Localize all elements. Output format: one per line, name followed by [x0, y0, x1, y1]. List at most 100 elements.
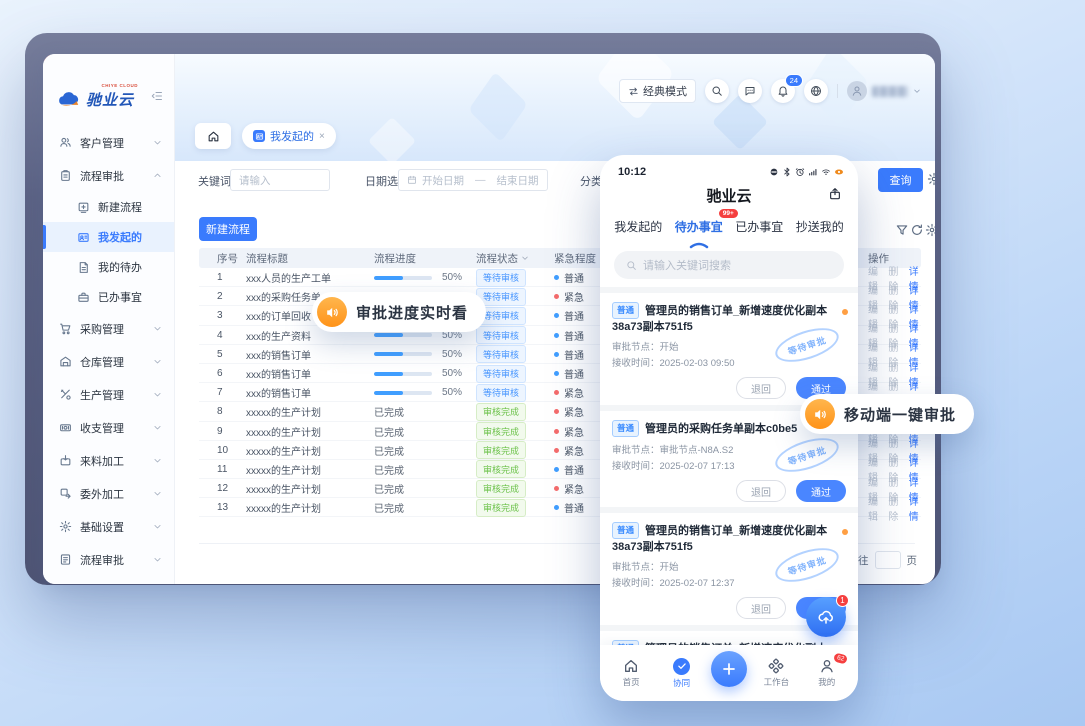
home-icon — [207, 130, 220, 143]
detail-link[interactable]: 详情 — [909, 493, 921, 523]
sidebar-item-1[interactable]: 流程审批 — [43, 159, 174, 192]
cell-progress: 已完成 — [374, 479, 404, 498]
new-process-button[interactable]: 新建流程 — [199, 217, 257, 241]
filter-funnel-icon[interactable] — [895, 223, 909, 237]
chevron-down-icon — [153, 138, 162, 147]
sidebar-item-8[interactable]: 基础设置 — [43, 510, 174, 543]
cell-title: xxxxx的生产计划 — [246, 460, 321, 479]
cell-no: 6 — [217, 364, 223, 383]
dnd-icon — [769, 167, 779, 177]
sidebar-item-2[interactable]: 采购管理 — [43, 312, 174, 345]
search-button[interactable] — [705, 79, 729, 103]
brand-name: 驰业云 CHIYE CLOUD — [86, 89, 134, 110]
status-badge: 审核完成 — [476, 480, 526, 498]
cell-status: 等待审核 — [476, 268, 526, 287]
phone-tab-0[interactable]: 我发起的 — [614, 215, 662, 243]
edit-link[interactable]: 编辑 — [868, 493, 880, 523]
keyword-label: 关键词 — [198, 173, 231, 189]
sidebar-subitem-1-3[interactable]: 已办事宜 — [43, 282, 174, 312]
sidebar-item-0[interactable]: 客户管理 — [43, 126, 174, 159]
reject-button[interactable]: 退回 — [736, 597, 786, 619]
phone-nav-4[interactable]: 我的62 — [806, 658, 848, 688]
notifications-button[interactable]: 24 — [771, 79, 795, 103]
sidebar-item-3[interactable]: 仓库管理 — [43, 345, 174, 378]
table-settings-gear-icon[interactable] — [925, 223, 935, 237]
phone-add-button[interactable] — [711, 651, 747, 687]
cell-title: xxxxx的生产计划 — [246, 479, 321, 498]
cell-title: xxxxx的生产计划 — [246, 498, 321, 517]
column-header-3[interactable]: 流程状态 — [476, 248, 529, 268]
sidebar-subitem-1-2[interactable]: 我的待办 — [43, 252, 174, 282]
query-button[interactable]: 查询 — [878, 168, 923, 192]
sidebar-subitem-1-0[interactable]: 新建流程 — [43, 192, 174, 222]
clipboard-icon — [59, 169, 72, 182]
sidebar-item-label: 委外加工 — [80, 486, 153, 502]
keyword-input[interactable]: 请输入 — [230, 169, 330, 191]
globe-icon — [810, 85, 822, 97]
sidebar-item-label: 来料加工 — [80, 453, 153, 469]
active-tab-underline — [689, 242, 709, 250]
sidebar-item-9[interactable]: 流程审批 — [43, 543, 174, 576]
phone-nav-0[interactable]: 首页 — [610, 658, 652, 688]
cell-status: 审核完成 — [476, 460, 526, 479]
sidebar-collapse-icon[interactable] — [150, 90, 164, 102]
approval-card-0[interactable]: 普通管理员的销售订单_新增速度优化副本38a73副本751f5等待审批审批节点：… — [600, 293, 858, 405]
sidebar-item-5[interactable]: 收支管理 — [43, 411, 174, 444]
tab-row: 我发起的 × — [195, 123, 336, 149]
messages-button[interactable] — [738, 79, 762, 103]
cell-title: xxx的销售订单 — [246, 383, 311, 402]
home-tab-button[interactable] — [195, 123, 231, 149]
brand-tagline: CHIYE CLOUD — [102, 83, 139, 88]
date-range-input[interactable]: 开始日期 — 结束日期 — [398, 169, 548, 191]
page-number-input[interactable] — [875, 551, 901, 569]
cell-urgency: 普通 — [554, 364, 584, 383]
reject-button[interactable]: 退回 — [736, 480, 786, 502]
tab-my-initiated[interactable]: 我发起的 × — [242, 123, 336, 149]
close-tab-icon[interactable]: × — [319, 131, 325, 142]
phone-tab-3[interactable]: 抄送我的 — [796, 215, 844, 243]
cell-no: 1 — [217, 268, 223, 287]
phone-nav-1[interactable]: 协同 — [661, 658, 703, 689]
language-button[interactable] — [804, 79, 828, 103]
cloud-sync-fab[interactable]: 1 — [806, 597, 846, 637]
cell-no: 8 — [217, 402, 223, 421]
outsource-icon — [59, 487, 72, 500]
phone-app-title: 驰业云 — [600, 185, 858, 209]
refresh-icon[interactable] — [910, 223, 924, 237]
sidebar-item-7[interactable]: 委外加工 — [43, 477, 174, 510]
phone-tab-2[interactable]: 已办事宜 — [735, 215, 783, 243]
nav-label: 协同 — [673, 677, 690, 689]
cell-actions: 编辑删除详情 — [868, 498, 921, 517]
category-label: 分类 — [580, 173, 602, 189]
user-menu[interactable] — [847, 81, 921, 101]
chevron-down-icon — [913, 87, 921, 95]
sidebar-subitem-1-1[interactable]: 我发起的 — [43, 222, 174, 252]
share-icon[interactable] — [828, 187, 842, 201]
cell-title: xxx的采购任务单 — [246, 287, 321, 306]
progress-bar — [374, 352, 432, 356]
nav-label: 首页 — [623, 676, 640, 688]
sidebar-item-label: 流程审批 — [80, 168, 153, 184]
settings-icon — [59, 520, 72, 533]
sidebar-item-6[interactable]: 来料加工 — [43, 444, 174, 477]
unread-dot-icon — [842, 529, 848, 535]
priority-badge: 普通 — [612, 420, 639, 437]
phone-nav-3[interactable]: 工作台 — [755, 658, 797, 688]
approve-button[interactable]: 通过 — [796, 480, 846, 502]
bluetooth-icon — [782, 167, 792, 177]
phone-search-input[interactable]: 请输入关键词搜索 — [614, 251, 844, 279]
finance-icon — [59, 421, 72, 434]
filter-settings-gear-icon[interactable] — [927, 172, 935, 186]
chevron-down-icon — [521, 254, 529, 262]
reject-button[interactable]: 退回 — [736, 377, 786, 399]
chevron-down-icon — [153, 390, 162, 399]
phone-tab-1[interactable]: 待办事宜99+ — [675, 215, 723, 243]
cell-progress: 已完成 — [374, 422, 404, 441]
production-icon — [59, 388, 72, 401]
cell-status: 审核完成 — [476, 422, 526, 441]
sidebar-item-4[interactable]: 生产管理 — [43, 378, 174, 411]
chevron-down-icon — [153, 522, 162, 531]
cell-urgency: 普通 — [554, 460, 584, 479]
delete-link[interactable]: 删除 — [888, 493, 900, 523]
classic-mode-button[interactable]: 经典模式 — [619, 79, 696, 103]
